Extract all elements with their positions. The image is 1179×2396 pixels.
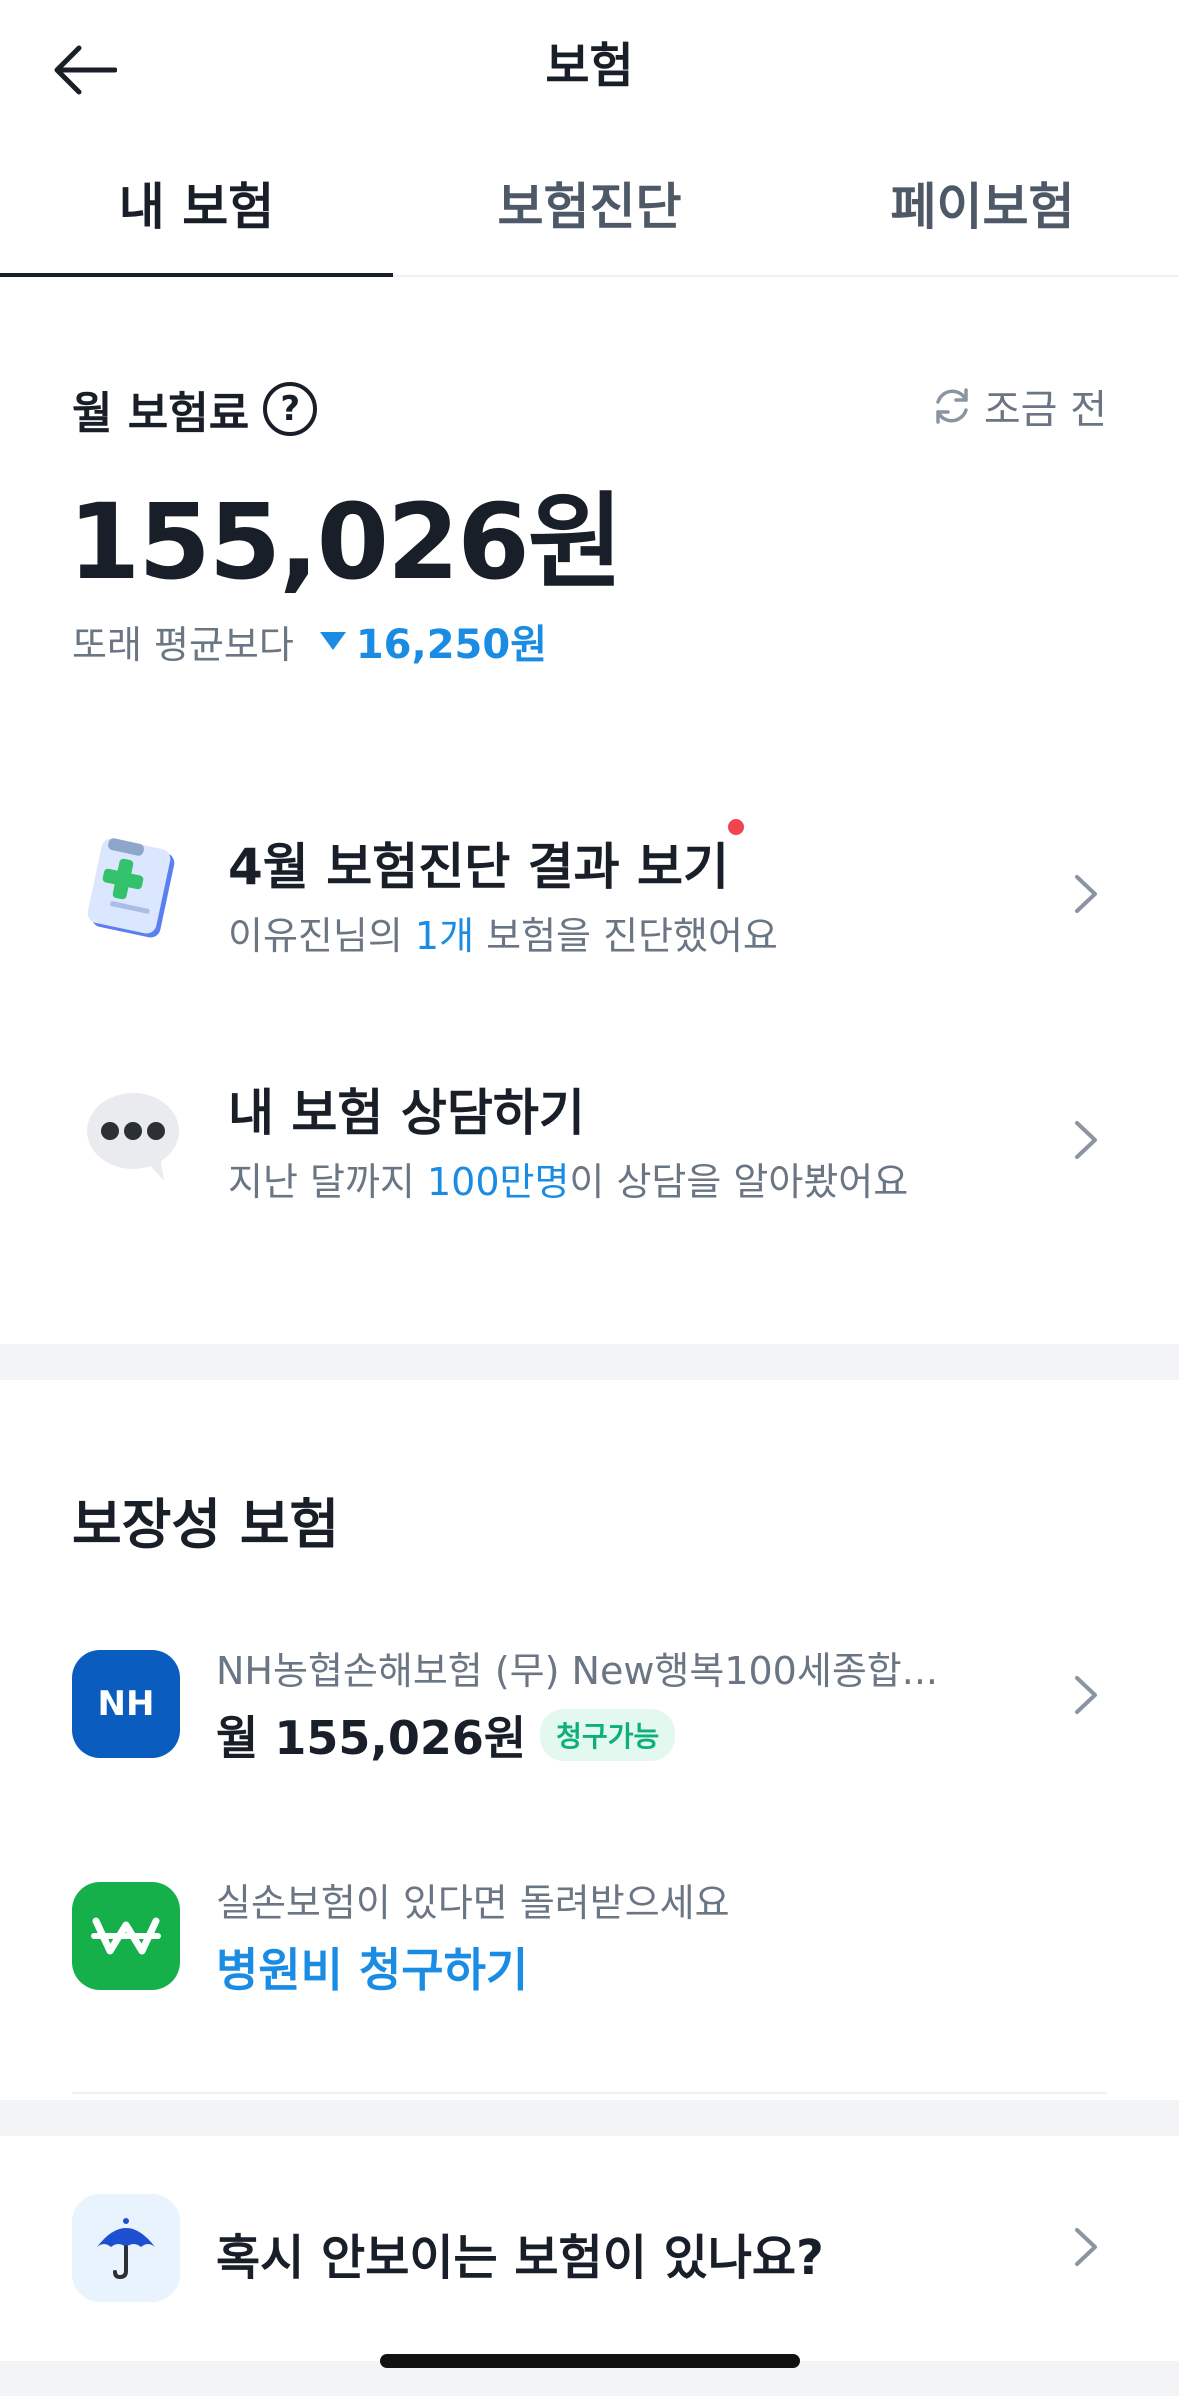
claim-subtitle: 실손보험이 있다면 돌려받으세요 bbox=[216, 1881, 730, 1925]
new-notification-dot bbox=[728, 819, 744, 835]
down-triangle-icon bbox=[319, 632, 346, 650]
umbrella-icon-box bbox=[72, 2194, 180, 2302]
policy-premium-amount: 월 155,026원 bbox=[216, 1711, 527, 1765]
diagnosis-desc-prefix: 이유진님의 bbox=[228, 914, 415, 958]
section-title: 보장성 보험 bbox=[72, 1493, 340, 1556]
diagnosis-title: 4월 보험진단 결과 보기 bbox=[228, 838, 730, 896]
tab-pay-insurance[interactable]: 페이보험 bbox=[786, 140, 1179, 277]
chevron-right-icon bbox=[1075, 875, 1097, 913]
hospital-claim-link[interactable]: 병원비 청구하기 bbox=[216, 1934, 528, 2000]
policy-name: NH농협손해보험 (무) New행복100세종합... bbox=[216, 1649, 938, 1693]
consultation-row[interactable]: 내 보험 상담하기 지난 달까지 100만명이 상담을 알아봤어요 bbox=[0, 1053, 1179, 1223]
tab-my-insurance[interactable]: 내 보험 bbox=[0, 140, 393, 279]
diagnosis-result-row[interactable]: 4월 보험진단 결과 보기 이유진님의 1개 보험을 진단했어요 bbox=[0, 807, 1179, 977]
premium-summary-card: 월 보험료 ? 조금 전 155,026원 또래 평균보다 16,250원 4월… bbox=[0, 277, 1179, 1344]
peer-difference: 16,250원 bbox=[319, 612, 547, 670]
claim-logo bbox=[72, 1882, 180, 1990]
screen: 보험 내 보험 보험진단 페이보험 월 보험료 ? 조금 전 155,026원 … bbox=[0, 0, 1179, 2396]
consultation-desc-suffix: 이 상담을 알아봤어요 bbox=[569, 1160, 909, 1204]
won-sign-icon bbox=[91, 1917, 161, 1955]
peer-difference-value: 16,250원 bbox=[355, 622, 547, 668]
clipboard-medical-icon bbox=[87, 838, 175, 938]
consultation-description: 지난 달까지 100만명이 상담을 알아봤어요 bbox=[228, 1151, 908, 1206]
monthly-premium-label: 월 보험료 ? bbox=[72, 377, 318, 441]
diagnosis-description: 이유진님의 1개 보험을 진단했어요 bbox=[228, 905, 778, 960]
umbrella-icon bbox=[97, 2218, 155, 2280]
policy-premium: 월 155,026원 청구가능 bbox=[216, 1702, 676, 1768]
missing-insurance-row[interactable]: 혹시 안보이는 보험이 있나요? bbox=[0, 2136, 1179, 2361]
claimable-badge: 청구가능 bbox=[540, 1709, 676, 1761]
consultation-desc-prefix: 지난 달까지 bbox=[228, 1160, 427, 1204]
refresh-button[interactable]: 조금 전 bbox=[930, 377, 1107, 435]
monthly-premium-amount: 155,026원 bbox=[68, 481, 623, 603]
peer-comparison: 또래 평균보다 16,250원 bbox=[72, 612, 547, 670]
hospital-claim-row[interactable]: 실손보험이 있다면 돌려받으세요 병원비 청구하기 bbox=[0, 1872, 1179, 2002]
insurance-policy-row[interactable]: NH NH농협손해보험 (무) New행복100세종합... 월 155,026… bbox=[0, 1640, 1179, 1770]
nh-logo: NH bbox=[72, 1650, 180, 1758]
tab-insurance-diagnosis[interactable]: 보험진단 bbox=[393, 140, 786, 277]
diagnosis-desc-suffix: 보험을 진단했어요 bbox=[474, 914, 778, 958]
consultation-desc-count: 100만명 bbox=[426, 1160, 570, 1204]
chevron-right-icon bbox=[1075, 2228, 1097, 2266]
monthly-premium-text: 월 보험료 bbox=[72, 388, 250, 439]
last-updated-text: 조금 전 bbox=[983, 387, 1107, 433]
chevron-right-icon bbox=[1075, 1121, 1097, 1159]
divider bbox=[72, 2092, 1107, 2094]
top-bar: 보험 bbox=[0, 0, 1179, 140]
refresh-icon bbox=[936, 388, 968, 424]
page-title: 보험 bbox=[545, 38, 634, 94]
missing-insurance-text: 혹시 안보이는 보험이 있나요? bbox=[216, 2230, 824, 2286]
peer-comparison-label: 또래 평균보다 bbox=[72, 622, 294, 667]
home-indicator[interactable] bbox=[380, 2354, 800, 2368]
tab-bar: 내 보험 보험진단 페이보험 bbox=[0, 140, 1179, 279]
chevron-right-icon bbox=[1075, 1676, 1097, 1714]
chat-bubble-icon bbox=[87, 1093, 179, 1181]
help-icon[interactable]: ? bbox=[263, 382, 318, 436]
diagnosis-desc-count: 1개 bbox=[414, 914, 475, 958]
consultation-title: 내 보험 상담하기 bbox=[228, 1084, 585, 1142]
coverage-insurance-card: 보장성 보험 NH NH농협손해보험 (무) New행복100세종합... 월 … bbox=[0, 1380, 1179, 2100]
